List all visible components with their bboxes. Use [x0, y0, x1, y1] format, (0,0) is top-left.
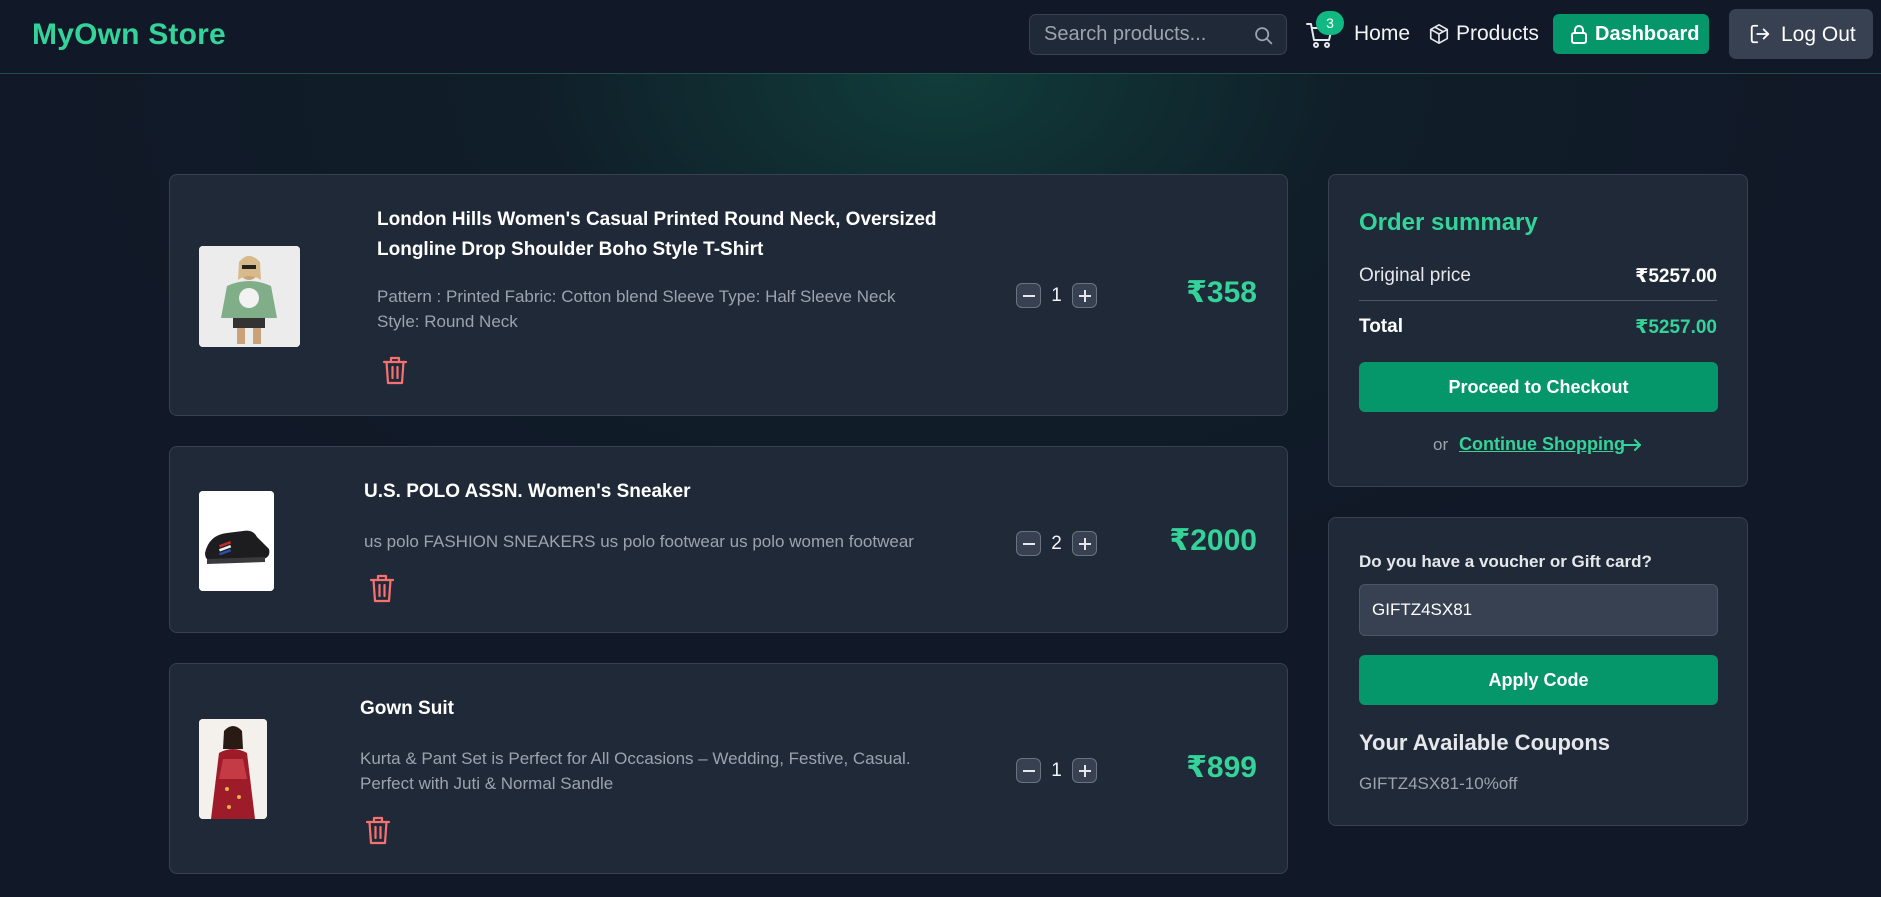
- voucher-label: Do you have a voucher or Gift card?: [1359, 552, 1652, 571]
- item-title[interactable]: Gown Suit: [360, 694, 950, 724]
- voucher-panel: Do you have a voucher or Gift card? Appl…: [1328, 517, 1748, 826]
- logout-icon: [1750, 24, 1770, 44]
- logout-button[interactable]: Log Out: [1729, 9, 1873, 59]
- continue-shopping-link[interactable]: Continue Shopping: [1459, 434, 1625, 455]
- item-title[interactable]: London Hills Women's Casual Printed Roun…: [377, 205, 967, 265]
- search-box[interactable]: [1029, 14, 1287, 55]
- search-input[interactable]: [1044, 15, 1244, 54]
- dashboard-button[interactable]: Dashboard: [1553, 14, 1709, 54]
- available-coupons-title: Your Available Coupons: [1359, 730, 1610, 755]
- quantity-value: 1: [1051, 285, 1062, 306]
- total-value: ₹5257.00: [1635, 317, 1717, 338]
- trash-icon[interactable]: [382, 355, 408, 385]
- increase-quantity-button[interactable]: [1072, 758, 1097, 783]
- quantity-value: 2: [1051, 533, 1062, 554]
- arrow-right-icon[interactable]: [1622, 437, 1642, 453]
- total-label: Total: [1359, 316, 1403, 337]
- product-image[interactable]: [199, 246, 300, 347]
- item-description: Pattern : Printed Fabric: Cotton blend S…: [377, 287, 896, 331]
- decrease-quantity-button[interactable]: [1016, 758, 1041, 783]
- decrease-quantity-button[interactable]: [1016, 283, 1041, 308]
- apply-code-button[interactable]: Apply Code: [1359, 655, 1718, 705]
- increase-quantity-button[interactable]: [1072, 283, 1097, 308]
- order-summary-title: Order summary: [1359, 209, 1538, 236]
- box-icon: [1429, 24, 1449, 44]
- summary-divider: [1359, 300, 1717, 301]
- item-description: Kurta & Pant Set is Perfect for All Occa…: [360, 749, 911, 793]
- coupon-entry[interactable]: GIFTZ4SX81-10%off: [1359, 774, 1517, 794]
- cart-item: U.S. POLO ASSN. Women's Sneaker us polo …: [169, 446, 1288, 633]
- nav-home-link[interactable]: Home: [1354, 22, 1410, 46]
- trash-icon[interactable]: [365, 815, 391, 845]
- top-navbar: MyOwn Store 3 Home Products Dashboard: [0, 0, 1881, 74]
- product-image[interactable]: [199, 491, 274, 591]
- quantity-stepper: 1: [1016, 283, 1104, 309]
- lock-icon: [1571, 25, 1587, 44]
- decrease-quantity-button[interactable]: [1016, 531, 1041, 556]
- cart-item: London Hills Women's Casual Printed Roun…: [169, 174, 1288, 416]
- or-text: or: [1433, 435, 1449, 454]
- item-price: ₹899: [1186, 751, 1257, 784]
- quantity-stepper: 1: [1016, 758, 1104, 784]
- item-title[interactable]: U.S. POLO ASSN. Women's Sneaker: [364, 477, 954, 507]
- product-image[interactable]: [199, 719, 267, 819]
- item-description: us polo FASHION SNEAKERS us polo footwea…: [364, 532, 914, 551]
- increase-quantity-button[interactable]: [1072, 531, 1097, 556]
- item-price: ₹2000: [1169, 524, 1257, 557]
- cart-item: Gown Suit Kurta & Pant Set is Perfect fo…: [169, 663, 1288, 874]
- logout-label: Log Out: [1781, 23, 1856, 46]
- item-price: ₹358: [1186, 276, 1257, 309]
- search-icon[interactable]: [1253, 25, 1274, 46]
- original-price-label: Original price: [1359, 265, 1471, 286]
- dashboard-label: Dashboard: [1595, 23, 1700, 45]
- quantity-stepper: 2: [1016, 531, 1104, 557]
- order-summary-panel: Order summary Original price ₹5257.00 To…: [1328, 174, 1748, 487]
- quantity-value: 1: [1051, 760, 1062, 781]
- nav-products-label: Products: [1456, 22, 1539, 45]
- trash-icon[interactable]: [369, 573, 395, 603]
- cart-count-badge: 3: [1316, 11, 1344, 35]
- voucher-code-input[interactable]: [1359, 584, 1718, 636]
- brand-logo[interactable]: MyOwn Store: [32, 18, 226, 52]
- original-price-value: ₹5257.00: [1635, 266, 1717, 287]
- proceed-to-checkout-button[interactable]: Proceed to Checkout: [1359, 362, 1718, 412]
